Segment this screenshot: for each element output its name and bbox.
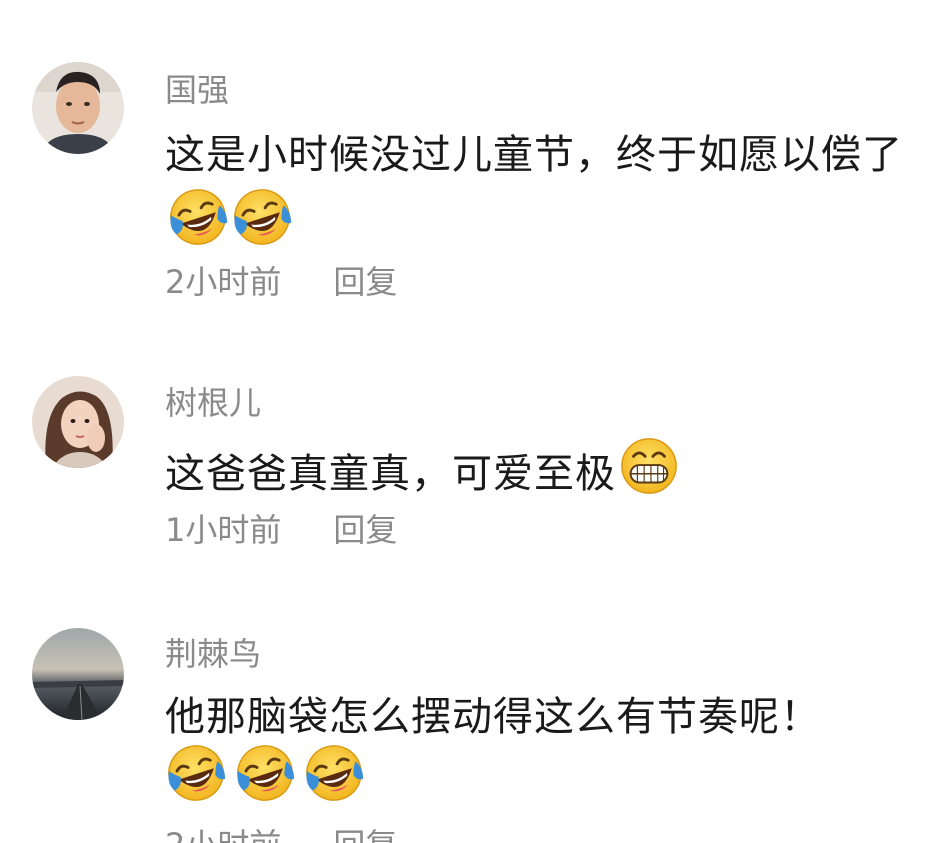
timestamp: 1小时前 (165, 511, 282, 549)
comment-meta: 1小时前 回复 (165, 514, 397, 546)
avatar[interactable] (32, 62, 124, 154)
avatar[interactable] (32, 376, 124, 468)
laugh-cry-icon (234, 742, 296, 804)
emoji-row (165, 742, 367, 806)
username[interactable]: 荆棘鸟 (165, 638, 261, 670)
laugh-cry-icon (165, 742, 227, 804)
comment-text-body: 这爸爸真童真，可爱至极 (165, 451, 616, 497)
timestamp: 2小时前 (165, 826, 281, 843)
comment-text-body: 他那脑袋怎么摆动得这么有节奏呢！ (165, 694, 821, 740)
laugh-cry-icon (231, 186, 293, 248)
comment-text-body: 这是小时候没过儿童节，终于如愿以偿了 (165, 132, 903, 178)
username[interactable]: 树根儿 (165, 387, 261, 419)
comment-text: 这爸爸真童真，可爱至极 (165, 435, 940, 505)
avatar[interactable] (32, 628, 124, 720)
username[interactable]: 国强 (165, 74, 229, 106)
laugh-cry-icon (303, 742, 365, 804)
comment-meta: 2小时前 回复 (165, 829, 397, 843)
laugh-cry-icon (167, 186, 229, 248)
comment-text: 这是小时候没过儿童节，终于如愿以偿了 (165, 124, 940, 256)
timestamp: 2小时前 (165, 263, 282, 301)
grin-icon (618, 435, 680, 497)
comment-text: 他那脑袋怎么摆动得这么有节奏呢！ (165, 686, 940, 748)
reply-button[interactable]: 回复 (333, 511, 397, 549)
reply-button[interactable]: 回复 (333, 826, 397, 843)
comment-meta-clipped: 2小时前 回复 (0, 825, 949, 843)
comment-meta: 2小时前 回复 (165, 266, 397, 298)
reply-button[interactable]: 回复 (333, 263, 397, 301)
